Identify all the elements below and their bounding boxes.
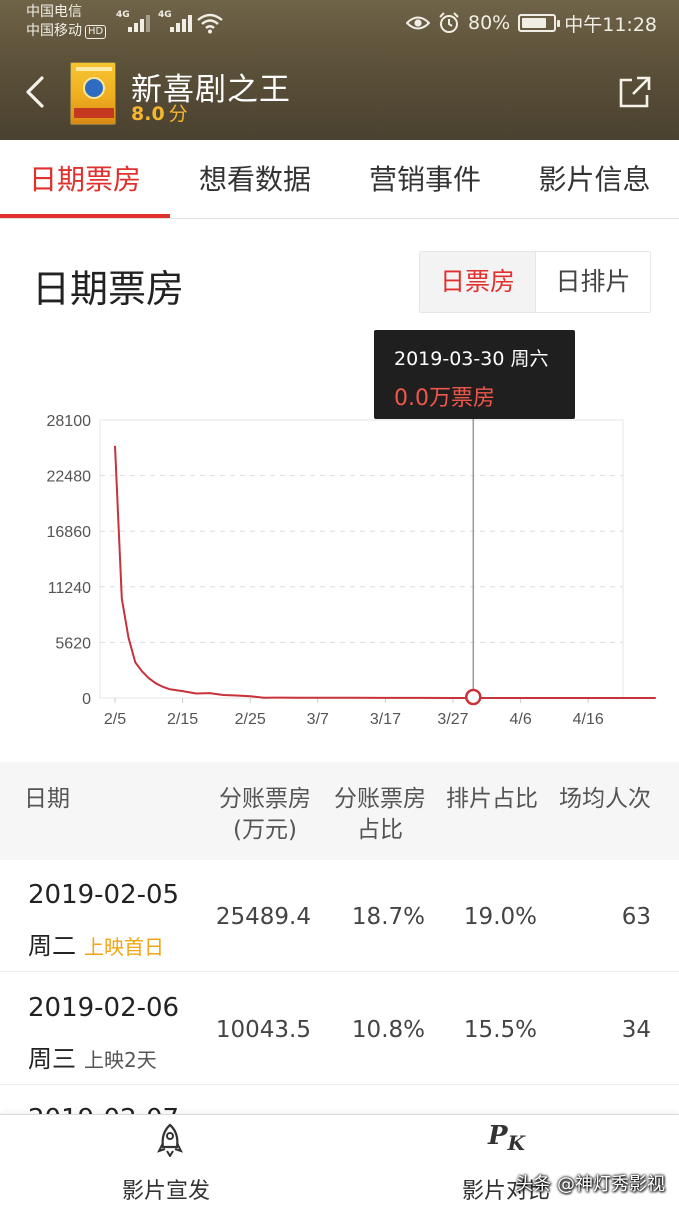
row-weekday: 周二 上映首日 bbox=[28, 932, 164, 960]
y-tick-label: 0 bbox=[82, 691, 91, 708]
pk-icon: PK bbox=[488, 1121, 525, 1155]
clock: 中午11:28 bbox=[564, 13, 657, 36]
y-tick-label: 22480 bbox=[47, 469, 92, 486]
rating-unit: 分 bbox=[168, 103, 188, 125]
row-tag: 上映2天 bbox=[84, 1048, 157, 1072]
row-screening-share: 19.0% bbox=[463, 904, 537, 930]
tab-marketing-events[interactable]: 营销事件 bbox=[340, 140, 510, 219]
chart-tooltip: 2019-03-30 周六 0.0万票房 bbox=[374, 330, 575, 419]
x-tick-label: 2/15 bbox=[167, 711, 198, 728]
tab-bar: 日期票房 想看数据 营销事件 影片信息 bbox=[0, 140, 679, 219]
header-screening-share: 排片占比 bbox=[446, 786, 538, 812]
title-bar: 新喜剧之王 8.0 分 bbox=[0, 46, 679, 140]
promotion-button[interactable]: 影片宣发 bbox=[0, 1115, 340, 1208]
plot-frame bbox=[99, 419, 624, 699]
battery-icon bbox=[518, 14, 561, 32]
tooltip-value: 0.0万票房 bbox=[394, 386, 495, 411]
rocket-icon bbox=[157, 1123, 183, 1157]
header-box-office: 分账票房 (万元) bbox=[219, 786, 311, 843]
x-tick-label: 3/7 bbox=[307, 711, 329, 728]
battery-percent: 80% bbox=[468, 12, 511, 34]
promotion-label: 影片宣发 bbox=[122, 1179, 211, 1204]
header-date: 日期 bbox=[24, 786, 70, 812]
row-box-office-share: 10.8% bbox=[351, 1017, 425, 1043]
x-tick-label: 4/6 bbox=[509, 711, 531, 728]
wifi-icon bbox=[197, 13, 223, 34]
row-weekday: 周三 上映2天 bbox=[28, 1045, 157, 1073]
carrier-info: 中国电信 中国移动 HD bbox=[26, 3, 107, 41]
row-box-office-share: 18.7% bbox=[351, 904, 425, 930]
table-header: 日期 分账票房 (万元) 分账票房 占比 排片占比 场均人次 bbox=[0, 762, 679, 860]
x-tick-label: 3/27 bbox=[437, 711, 468, 728]
y-tick-label: 16860 bbox=[47, 524, 92, 541]
row-avg-attendance: 34 bbox=[621, 1017, 651, 1043]
y-tick-label: 5620 bbox=[55, 635, 91, 652]
row-date: 2019-02-06 bbox=[28, 993, 180, 1023]
tab-active-indicator bbox=[0, 214, 170, 218]
y-tick-label: 28100 bbox=[47, 413, 92, 430]
hd-badge: HD bbox=[85, 25, 107, 39]
row-box-office: 10043.5 bbox=[215, 1017, 311, 1043]
watermark: 头条 @神灯秀影视 bbox=[515, 1174, 665, 1195]
header-box-office-share: 分账票房 占比 bbox=[334, 786, 426, 843]
x-tick-label: 2/5 bbox=[104, 711, 126, 728]
x-tick-label: 4/16 bbox=[573, 711, 604, 728]
section-title: 日期票房 bbox=[32, 267, 185, 311]
table-row[interactable]: 2019-02-06 周三 上映2天 10043.5 10.8% 15.5% 34 bbox=[0, 975, 679, 1085]
share-icon[interactable] bbox=[617, 74, 653, 110]
row-box-office: 25489.4 bbox=[215, 904, 311, 930]
rating-value: 8.0 bbox=[131, 103, 165, 125]
row-avg-attendance: 63 bbox=[621, 904, 651, 930]
y-tick-label: 11240 bbox=[48, 580, 91, 597]
status-right: 80% 中午11:28 bbox=[406, 9, 657, 37]
highlight-point bbox=[465, 688, 482, 706]
eye-icon bbox=[406, 16, 430, 30]
alarm-icon bbox=[439, 12, 459, 33]
series-line bbox=[114, 445, 656, 699]
toggle-daily-box-office[interactable]: 日票房 bbox=[420, 252, 535, 312]
movie-poster[interactable] bbox=[70, 62, 116, 125]
x-tick-label: 3/17 bbox=[370, 711, 401, 728]
movie-rating: 8.0 分 bbox=[131, 99, 188, 126]
metric-toggle: 日票房 日排片 bbox=[419, 251, 651, 313]
row-tag: 上映首日 bbox=[84, 935, 164, 959]
carrier-2: 中国移动 bbox=[26, 23, 82, 39]
box-office-chart[interactable]: 28100 22480 16860 11240 5620 0 2/5 2/15 2/25 3/7 3… bbox=[0, 320, 679, 740]
status-bar: 中国电信 中国移动 HD 4G 4G 80% 中午11:28 bbox=[0, 0, 679, 46]
row-screening-share: 15.5% bbox=[463, 1017, 537, 1043]
chart-svg[interactable]: 28100 22480 16860 11240 5620 0 2/5 2/15 2/25 3/7 3… bbox=[0, 320, 679, 740]
x-tick-label: 2/25 bbox=[235, 711, 266, 728]
tab-want-to-see[interactable]: 想看数据 bbox=[170, 140, 340, 219]
toggle-daily-screenings[interactable]: 日排片 bbox=[535, 252, 650, 312]
row-date: 2019-02-05 bbox=[28, 880, 180, 910]
header-avg-attendance: 场均人次 bbox=[559, 786, 651, 812]
back-arrow-icon[interactable] bbox=[22, 70, 50, 114]
carrier-1: 中国电信 bbox=[26, 4, 82, 20]
tab-movie-info[interactable]: 影片信息 bbox=[510, 140, 679, 219]
tooltip-date: 2019-03-30 周六 bbox=[394, 348, 549, 370]
table-row[interactable]: 2019-02-05 周二 上映首日 25489.4 18.7% 19.0% 63 bbox=[0, 862, 679, 972]
tab-daily-box-office[interactable]: 日期票房 bbox=[0, 140, 170, 219]
app-header: 中国电信 中国移动 HD 4G 4G 80% 中午11:28 新喜剧之王 8.0… bbox=[0, 0, 679, 140]
